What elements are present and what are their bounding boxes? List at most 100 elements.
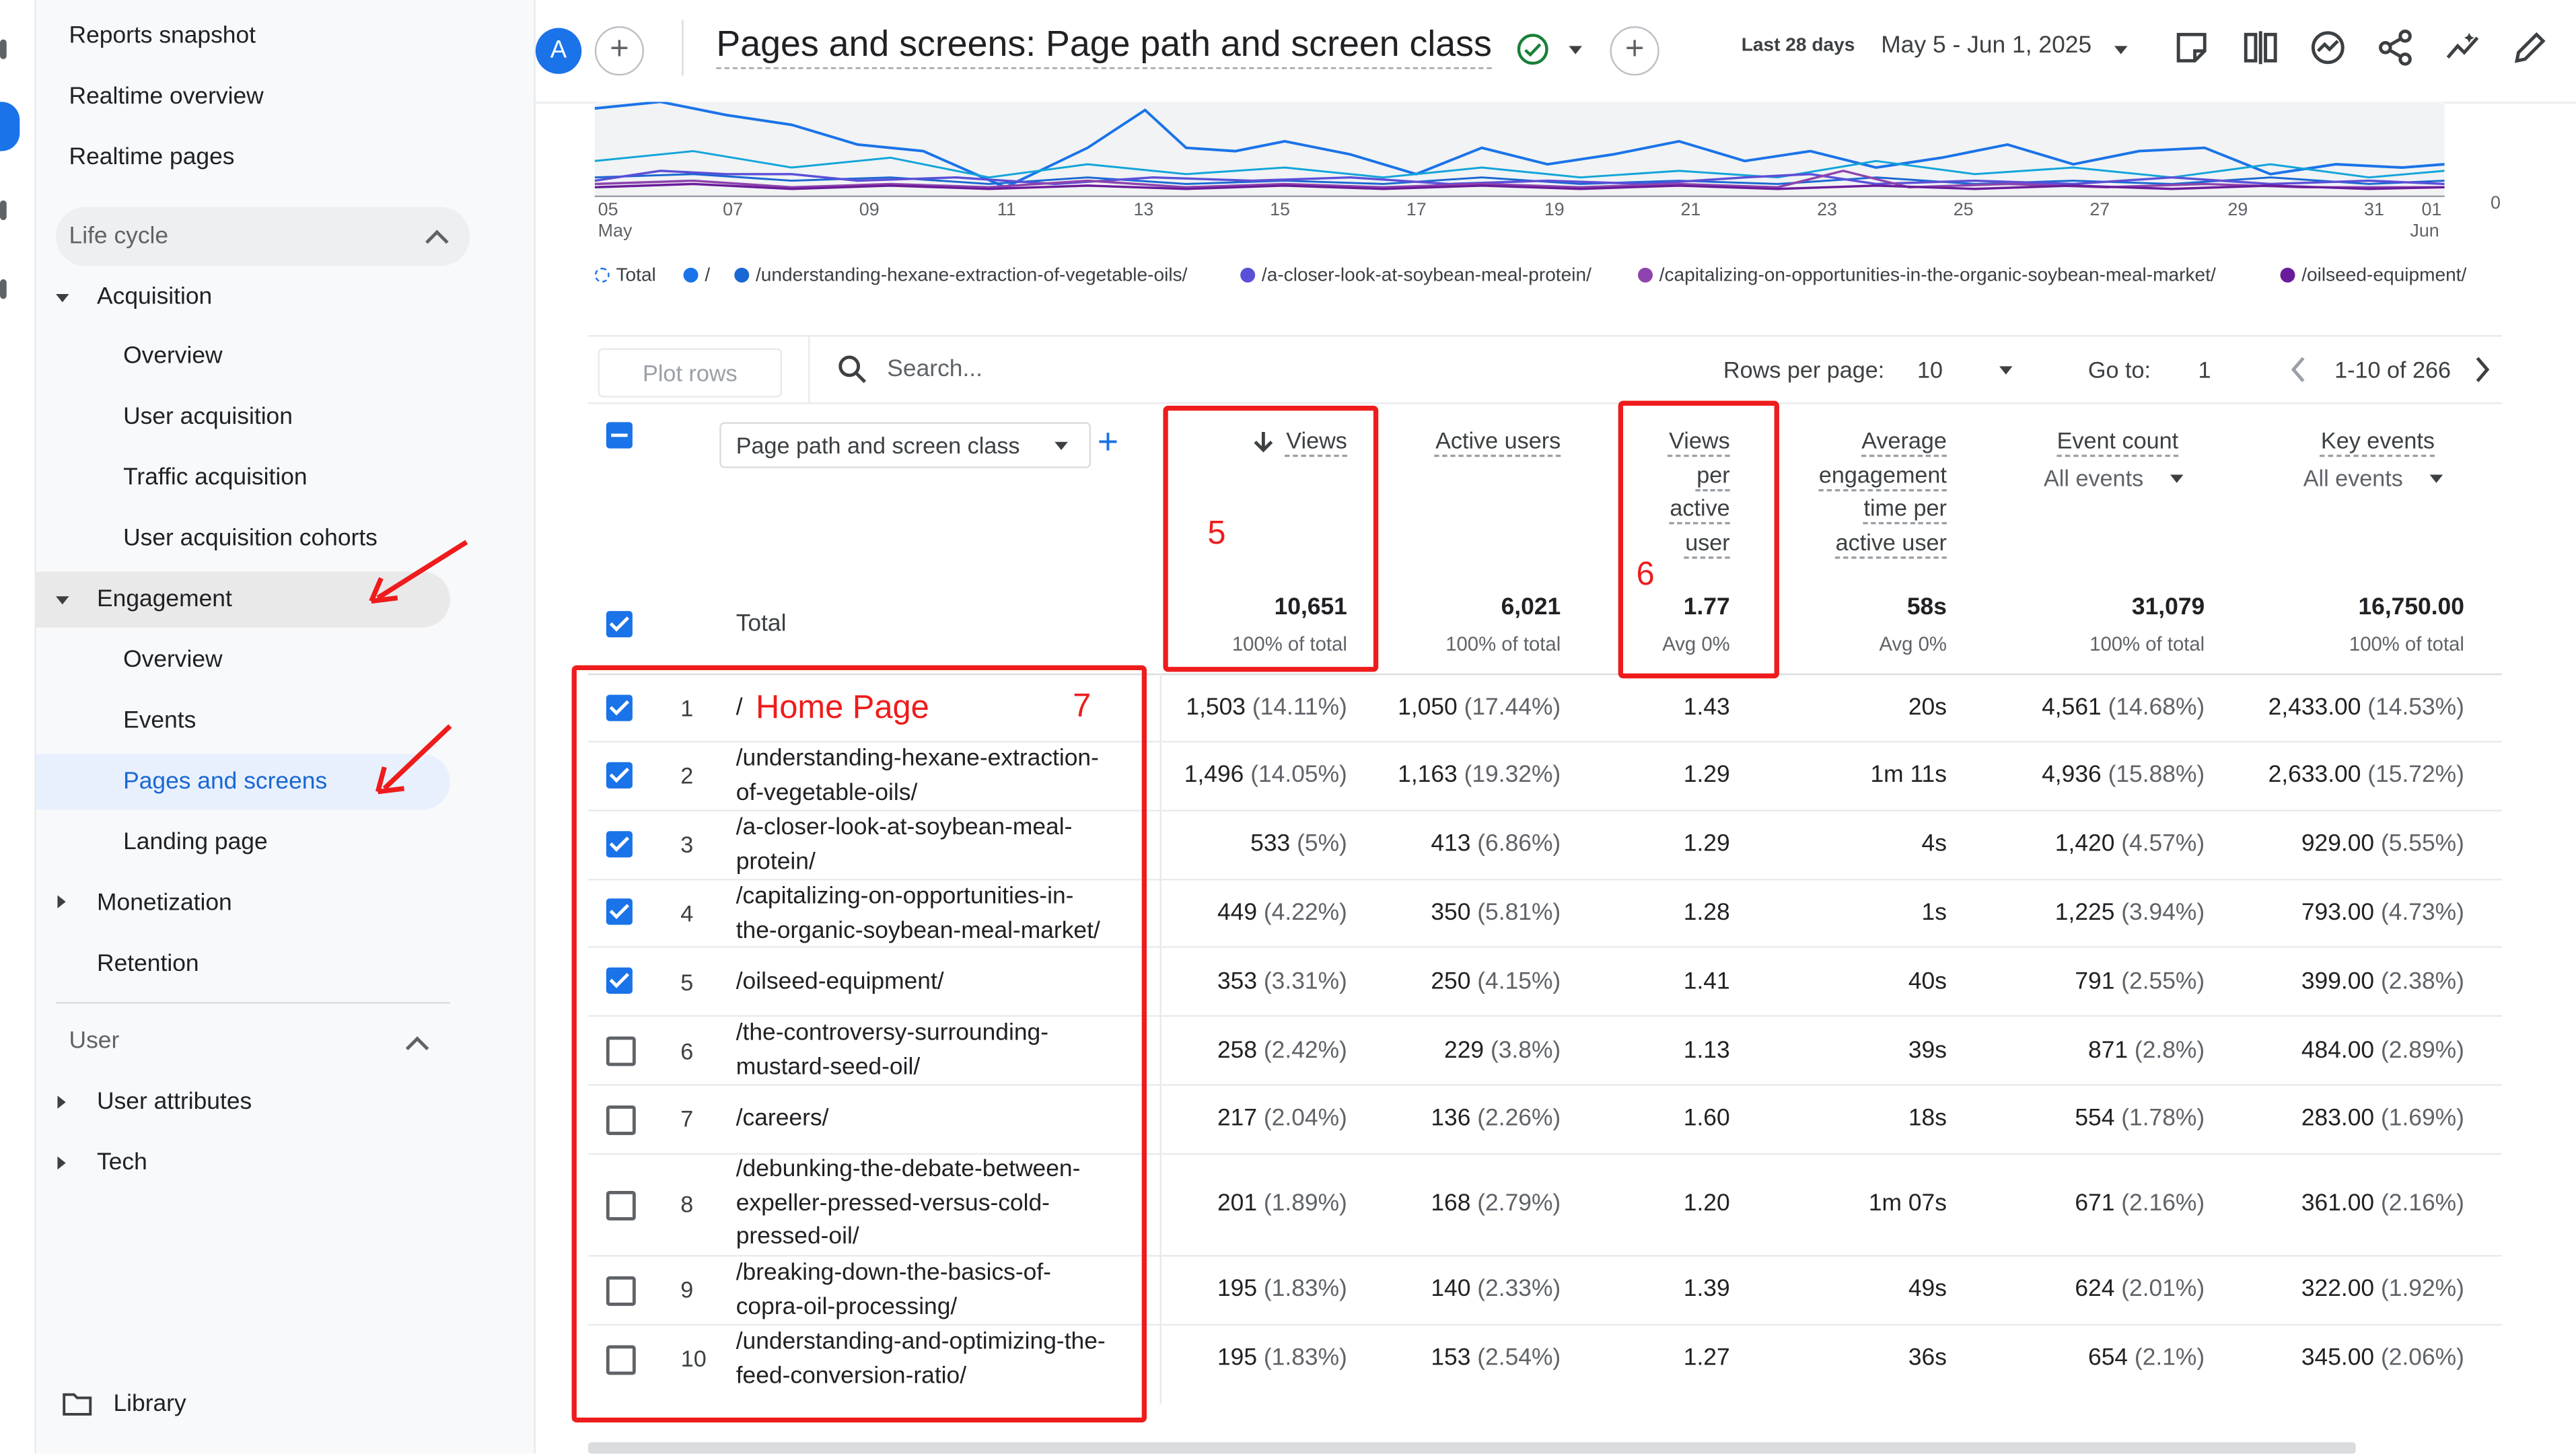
- x-tick-label: 05: [598, 200, 618, 221]
- cell-vpu: 1.27: [1683, 1345, 1730, 1372]
- x-tick-label: 23: [1817, 200, 1837, 221]
- col-aet-line: active user: [1835, 528, 1947, 554]
- nav-realtime-overview[interactable]: Realtime overview: [69, 69, 264, 125]
- reports-icon[interactable]: [0, 102, 20, 151]
- advertising-icon[interactable]: [0, 279, 7, 299]
- date-dropdown-icon[interactable]: [2114, 46, 2128, 54]
- legend-item-organic-market[interactable]: /capitalizing-on-opportunities-in-the-or…: [1637, 266, 2216, 286]
- nav-user-acquisition[interactable]: User acquisition: [123, 390, 293, 445]
- cell-vpu: 1.29: [1683, 762, 1730, 789]
- key-filter-dropdown-icon[interactable]: [2429, 474, 2443, 483]
- compare-icon[interactable]: [2242, 30, 2279, 66]
- legend-item-oilseed[interactable]: /oilseed-equipment/: [2280, 266, 2466, 286]
- add-comparison-button[interactable]: +: [594, 26, 644, 76]
- edit-icon[interactable]: [2512, 30, 2548, 66]
- nav-user-attributes[interactable]: User attributes: [97, 1075, 252, 1130]
- prev-page-icon[interactable]: [2289, 355, 2308, 384]
- col-event-count[interactable]: Event count: [1998, 424, 2179, 458]
- plot-rows-button[interactable]: Plot rows: [598, 348, 783, 398]
- nav-tech[interactable]: Tech: [97, 1135, 147, 1191]
- x-tick-label: 15: [1270, 200, 1291, 221]
- cell-active-users: 229 (3.8%): [1444, 1038, 1561, 1064]
- nav-monetization[interactable]: Monetization: [97, 875, 232, 931]
- caret-right-icon[interactable]: [57, 895, 66, 909]
- legend-item-total[interactable]: Total: [594, 266, 656, 286]
- x-tick-label: 11: [997, 200, 1016, 221]
- nav-library[interactable]: Library: [113, 1377, 186, 1432]
- share-icon[interactable]: [2377, 29, 2414, 66]
- total-checkbox[interactable]: [606, 611, 633, 638]
- x-tick-label: 29: [2227, 200, 2248, 221]
- caret-right-icon[interactable]: [57, 1156, 66, 1170]
- nav-events[interactable]: Events: [123, 693, 196, 749]
- nav-traffic-acquisition[interactable]: Traffic acquisition: [123, 450, 308, 506]
- chart-x-axis: [594, 195, 2445, 197]
- legend-label: /: [705, 266, 711, 286]
- cell-vpu: 1.60: [1683, 1105, 1730, 1132]
- select-all-checkbox[interactable]: [606, 422, 633, 449]
- caret-right-icon[interactable]: [57, 1095, 66, 1109]
- nav-realtime-pages[interactable]: Realtime pages: [69, 130, 235, 186]
- cell-aet: 36s: [1908, 1345, 1947, 1372]
- legend-item-soybean-protein[interactable]: /a-closer-look-at-soybean-meal-protein/: [1240, 266, 1591, 286]
- goto-input[interactable]: 1: [2198, 357, 2211, 383]
- col-aet-line: time per: [1863, 494, 1947, 521]
- cell-key-events: 399.00 (2.38%): [2301, 969, 2464, 996]
- x-tick-label: 01: [2421, 200, 2442, 221]
- insights-icon[interactable]: [2310, 30, 2346, 66]
- annotation-box-vpu: [1618, 400, 1779, 679]
- caret-down-icon: [56, 596, 69, 605]
- cell-views: 533 (5%): [1250, 831, 1347, 858]
- dimension-select[interactable]: Page path and screen class: [719, 422, 1092, 468]
- nav-acquisition-overview[interactable]: Overview: [123, 328, 223, 384]
- nav-user-acquisition-cohorts[interactable]: User acquisition cohorts: [123, 511, 378, 567]
- legend-item-hexane[interactable]: /understanding-hexane-extraction-of-vege…: [734, 266, 1187, 286]
- next-page-icon[interactable]: [2472, 355, 2492, 384]
- check-circle-icon[interactable]: [1516, 33, 1549, 66]
- cell-active-users: 168 (2.79%): [1431, 1190, 1561, 1218]
- add-dimension-button[interactable]: +: [1098, 423, 1118, 460]
- rows-per-page-dropdown-icon[interactable]: [1999, 366, 2013, 375]
- date-range[interactable]: May 5 - Jun 1, 2025: [1881, 33, 2091, 59]
- explore-icon[interactable]: [0, 200, 7, 221]
- trend-icon[interactable]: [2445, 30, 2481, 66]
- annotation-box-views: [1163, 406, 1379, 672]
- col-active-users[interactable]: Active users: [1396, 424, 1561, 458]
- rows-per-page-select[interactable]: 10: [1917, 357, 1943, 383]
- search-input[interactable]: Search...: [887, 357, 982, 383]
- event-filter-dropdown-icon[interactable]: [2170, 474, 2184, 483]
- legend-item-home[interactable]: /: [683, 266, 711, 286]
- section-user[interactable]: User: [69, 1013, 120, 1069]
- total-key-events: 16,750.00: [2358, 594, 2464, 621]
- add-report-button[interactable]: +: [1610, 26, 1659, 76]
- annotation-label-7: 7: [1073, 688, 1092, 725]
- avatar[interactable]: A: [535, 28, 582, 74]
- horizontal-scrollbar[interactable]: [587, 1442, 2356, 1454]
- cell-event-count: 1,420 (4.57%): [2054, 831, 2205, 858]
- nav-landing-page[interactable]: Landing page: [123, 815, 268, 871]
- cell-key-events: 793.00 (4.73%): [2301, 900, 2464, 926]
- x-tick-label: 25: [1953, 200, 1974, 221]
- cell-aet: 1s: [1921, 900, 1947, 926]
- x-tick-sublabel: Jun: [2410, 221, 2439, 242]
- nav-engagement-overview[interactable]: Overview: [123, 632, 223, 688]
- caret-down-icon[interactable]: [56, 293, 69, 303]
- section-life-cycle[interactable]: Life cycle: [56, 207, 470, 266]
- sidebar-divider: [56, 1002, 450, 1004]
- nav-acquisition[interactable]: Acquisition: [97, 269, 212, 325]
- chevron-up-icon[interactable]: [405, 1036, 429, 1060]
- cell-event-count: 1,225 (3.94%): [2054, 900, 2205, 926]
- nav-reports-snapshot[interactable]: Reports snapshot: [69, 8, 256, 64]
- col-key-events[interactable]: Key events: [2254, 424, 2435, 458]
- x-tick-label: 13: [1133, 200, 1154, 221]
- event-count-filter[interactable]: All events: [2044, 465, 2143, 491]
- cell-views: 217 (2.04%): [1217, 1105, 1347, 1132]
- report-icon[interactable]: [2174, 30, 2210, 66]
- home-icon[interactable]: [0, 39, 7, 59]
- col-avg-engagement[interactable]: Average engagement time per active user: [1783, 424, 1947, 558]
- nav-retention[interactable]: Retention: [97, 937, 199, 992]
- annotation-box-pages: [571, 665, 1147, 1423]
- col-aet-line: Average: [1861, 427, 1947, 453]
- key-events-filter[interactable]: All events: [2303, 465, 2403, 491]
- title-dropdown-icon[interactable]: [1569, 46, 1582, 54]
